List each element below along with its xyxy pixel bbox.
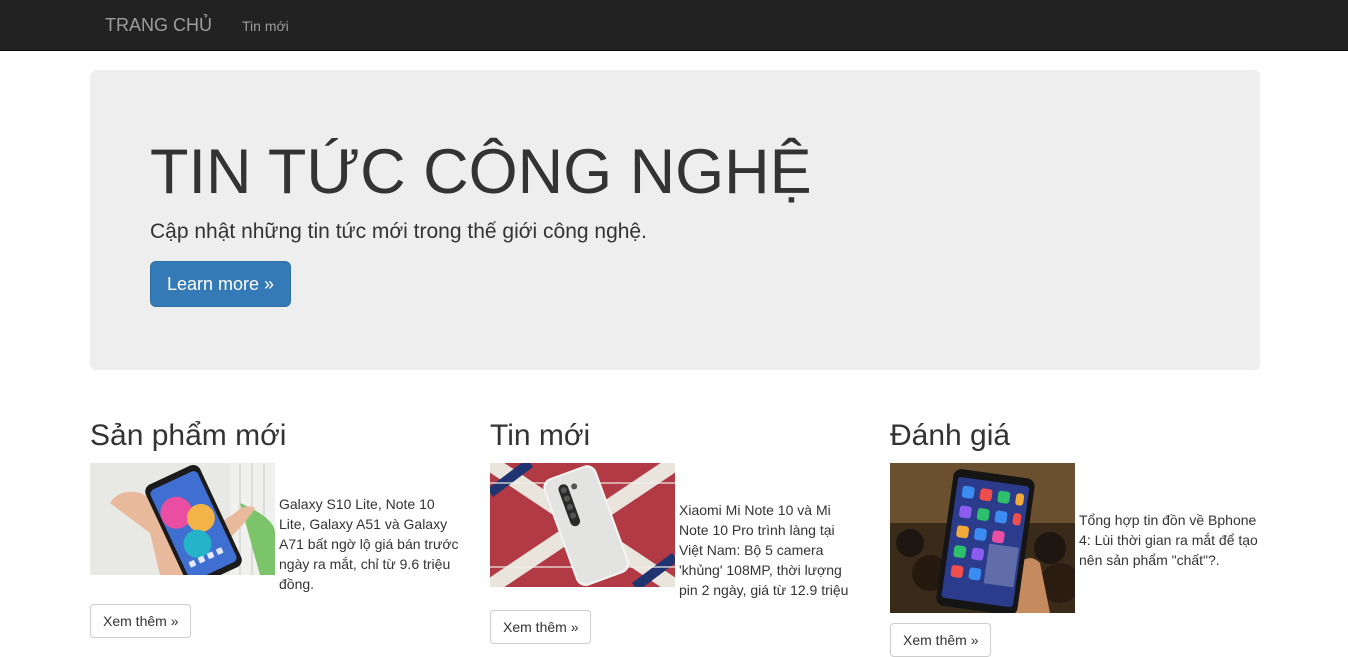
article-text: Xiaomi Mi Note 10 và Mi Note 10 Pro trìn… <box>679 502 849 598</box>
read-more-button[interactable]: Xem thêm » <box>90 604 192 638</box>
top-navbar: TRANG CHỦ Tin mới <box>0 0 1348 51</box>
column-san-pham-moi: Sản phẩm mới Galaxy S10 Lite, Note 10 Li… <box>90 415 460 638</box>
column-heading: Đánh giá <box>890 419 1011 452</box>
article-snippet: Galaxy S10 Lite, Note 10 Lite, Galaxy A5… <box>90 463 460 594</box>
phone-in-hand-photo[interactable] <box>90 463 275 575</box>
column-heading: Tin mới <box>490 419 591 452</box>
hero-lead: Cập nhật những tin tức mới trong thế giớ… <box>150 220 647 243</box>
learn-more-button[interactable]: Learn more » <box>150 261 292 307</box>
phone-on-flag-photo[interactable] <box>490 463 675 587</box>
article-text: Galaxy S10 Lite, Note 10 Lite, Galaxy A5… <box>279 496 459 592</box>
column-heading: Sản phẩm mới <box>90 419 287 452</box>
brand-link[interactable]: TRANG CHỦ <box>105 14 212 36</box>
article-snippet: Tổng hợp tin đồn về Bphone 4: Lùi thời g… <box>890 463 1260 613</box>
read-more-button[interactable]: Xem thêm » <box>490 610 592 644</box>
article-snippet: Xiaomi Mi Note 10 và Mi Note 10 Pro trìn… <box>490 463 860 600</box>
article-text: Tổng hợp tin đồn về Bphone 4: Lùi thời g… <box>1079 512 1258 568</box>
column-danh-gia: Đánh giá Tổng hợp tin đồn về Bphone 4: L… <box>890 415 1260 657</box>
nav-link-tin-moi[interactable]: Tin mới <box>242 17 289 35</box>
read-more-button[interactable]: Xem thêm » <box>890 623 992 657</box>
hero-jumbotron: TIN TỨC CÔNG NGHỆ Cập nhật những tin tức… <box>90 70 1260 370</box>
column-tin-moi: Tin mới Xiaomi Mi Note 10 và Mi Note 10 … <box>490 415 860 644</box>
hero-title: TIN TỨC CÔNG NGHỆ <box>150 137 812 207</box>
phone-at-event-photo[interactable] <box>890 463 1075 613</box>
